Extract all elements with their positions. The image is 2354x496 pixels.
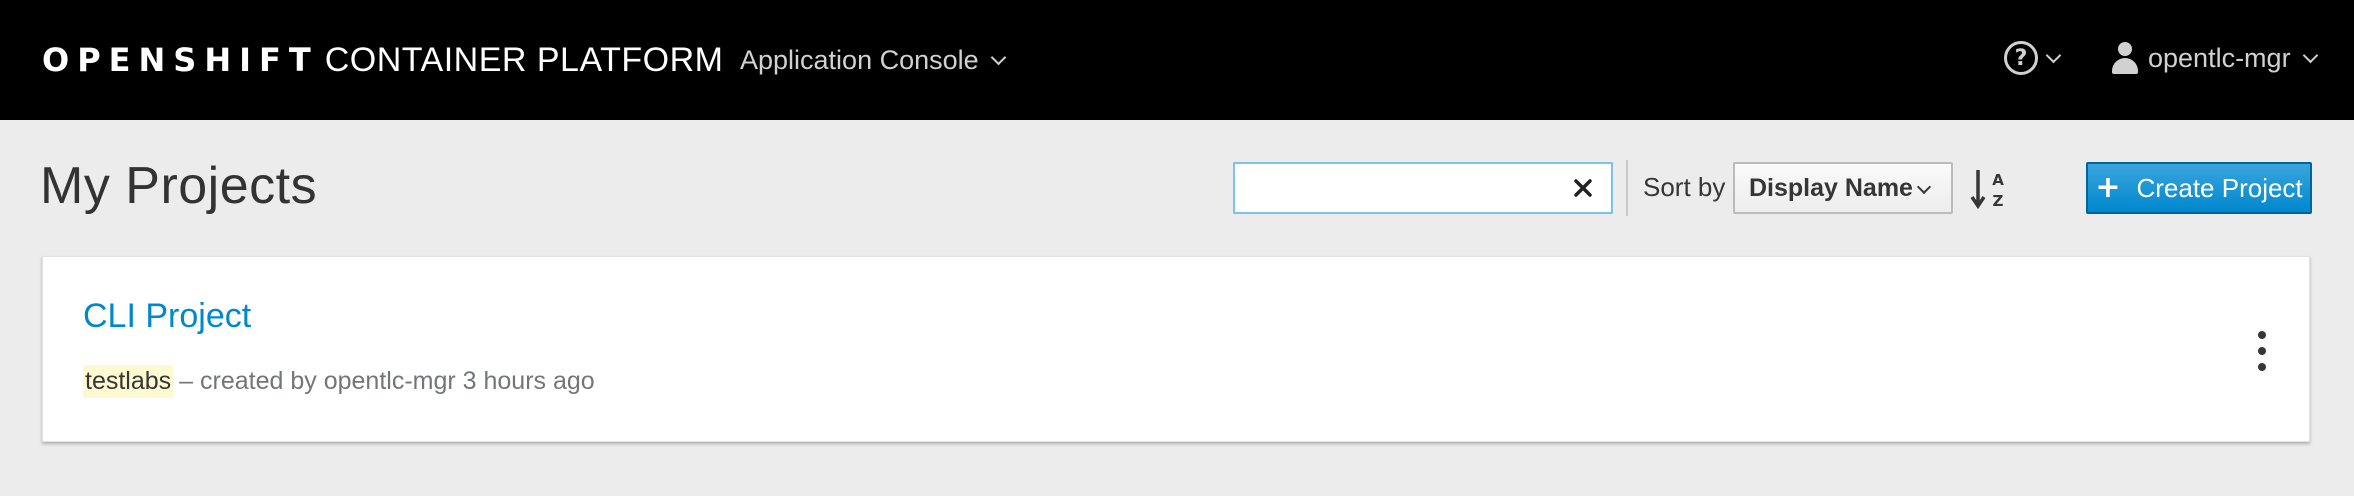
create-project-button[interactable]: + Create Project <box>2086 162 2312 214</box>
project-card: CLI Project testlabs – created by opentl… <box>42 256 2310 442</box>
project-name-highlight: testlabs <box>83 365 174 398</box>
chevron-down-icon <box>2302 47 2318 63</box>
sort-by-select[interactable]: Display Name <box>1733 162 1953 214</box>
search-input[interactable] <box>1235 164 1555 212</box>
project-search <box>1233 162 1613 214</box>
chevron-down-icon <box>990 49 1006 65</box>
question-circle-icon: ? <box>2004 41 2038 75</box>
sort-alpha-asc-icon[interactable]: A Z <box>1970 166 2010 212</box>
toolbar-divider <box>1626 160 1628 216</box>
close-icon[interactable] <box>1569 174 1597 202</box>
sort-by-label: Sort by <box>1643 172 1726 202</box>
help-menu-button[interactable]: ? <box>2004 36 2062 80</box>
chevron-down-icon <box>1916 179 1932 195</box>
create-project-label: Create Project <box>2136 172 2303 203</box>
project-display-name-link[interactable]: CLI Project <box>83 297 251 336</box>
brand-name-bold: OPENSHIFT <box>42 41 319 79</box>
plus-icon: + <box>2095 170 2121 205</box>
user-menu-dropdown[interactable]: opentlc-mgr <box>2112 36 2318 80</box>
svg-text:Z: Z <box>1993 192 2004 210</box>
user-icon <box>2112 42 2138 74</box>
chevron-down-icon <box>2045 47 2062 63</box>
brand-name-light: CONTAINER PLATFORM <box>324 40 724 79</box>
svg-text:A: A <box>1992 171 2004 189</box>
brand-logo[interactable]: OPENSHIFT CONTAINER PLATFORM <box>42 38 723 82</box>
kebab-icon[interactable] <box>2255 331 2269 371</box>
project-created-by: – created by opentlc-mgr 3 hours ago <box>179 367 595 395</box>
application-console-dropdown[interactable]: Application Console <box>740 40 1006 80</box>
project-meta: testlabs – created by opentlc-mgr 3 hour… <box>83 365 601 398</box>
top-navbar: OPENSHIFT CONTAINER PLATFORM Application… <box>0 0 2354 120</box>
application-console-label: Application Console <box>740 44 979 75</box>
sort-by-selected-value: Display Name <box>1749 173 1913 202</box>
page-title: My Projects <box>40 157 318 215</box>
user-name: opentlc-mgr <box>2148 42 2291 73</box>
